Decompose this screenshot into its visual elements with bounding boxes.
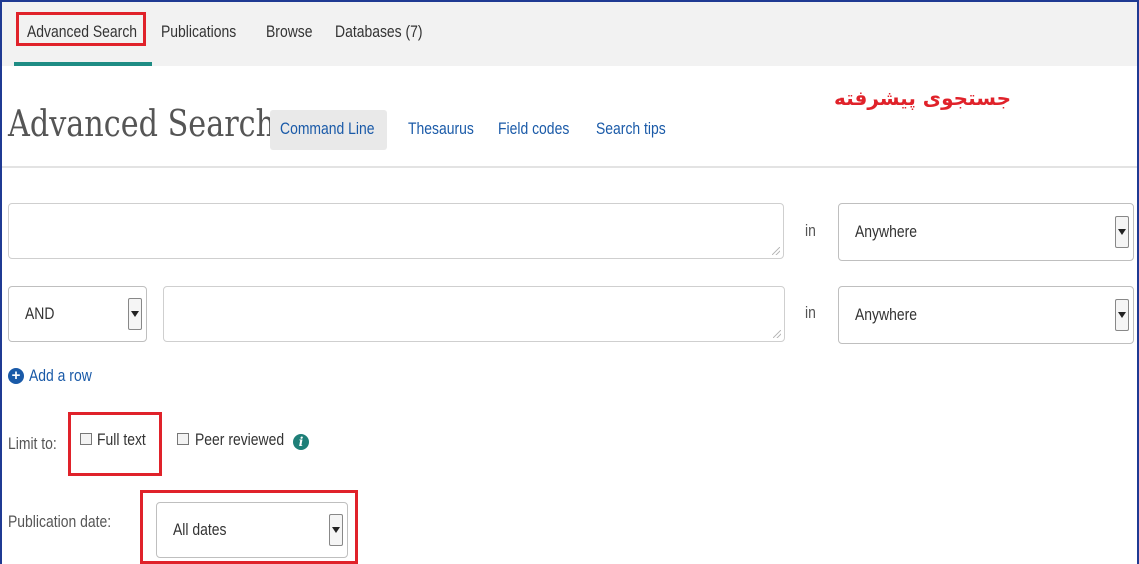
resize-grip-icon[interactable] [772, 247, 780, 255]
page-title: Advanced Search [8, 104, 276, 145]
field-codes-link[interactable]: Field codes [498, 119, 569, 139]
publication-date-label: Publication date: [8, 512, 112, 531]
dropdown-arrow-icon [128, 298, 142, 330]
full-text-label[interactable]: Full text [97, 430, 146, 450]
in-label-row-1: in [805, 221, 816, 240]
in-label-row-2: in [805, 303, 816, 322]
tab-browse[interactable]: Browse [266, 22, 312, 42]
field-select-row-2[interactable]: Anywhere [838, 286, 1134, 344]
tab-databases[interactable]: Databases (7) [335, 22, 423, 42]
add-row-link[interactable]: Add a row [29, 366, 92, 386]
dropdown-arrow-icon [1115, 216, 1129, 248]
tab-publications[interactable]: Publications [161, 22, 236, 42]
peer-reviewed-label[interactable]: Peer reviewed [195, 430, 284, 450]
operator-select-value: AND [25, 304, 55, 323]
peer-reviewed-checkbox[interactable] [177, 433, 189, 445]
active-tab-underline [14, 62, 152, 66]
highlight-box-advanced-search [16, 12, 146, 46]
dropdown-arrow-icon [329, 514, 343, 546]
limit-to-label: Limit to: [8, 434, 57, 453]
publication-date-select[interactable]: All dates [156, 502, 348, 558]
command-line-link[interactable]: Command Line [280, 119, 375, 139]
field-select-value: Anywhere [855, 305, 917, 324]
field-select-value: Anywhere [855, 222, 917, 241]
persian-annotation: جستجوی پیشرفته [833, 86, 1011, 110]
top-nav-bar: Advanced Search Publications Browse Data… [2, 0, 1137, 66]
resize-grip-icon[interactable] [773, 330, 781, 338]
operator-select-row-2[interactable]: AND [8, 286, 147, 342]
thesaurus-link[interactable]: Thesaurus [408, 119, 474, 139]
plus-circle-icon[interactable]: + [8, 368, 24, 384]
search-input-row-2[interactable] [163, 286, 785, 342]
info-icon[interactable]: i [293, 434, 309, 450]
field-select-row-1[interactable]: Anywhere [838, 203, 1134, 261]
search-tips-link[interactable]: Search tips [596, 119, 666, 139]
dropdown-arrow-icon [1115, 299, 1129, 331]
full-text-checkbox[interactable] [80, 433, 92, 445]
header-divider [2, 166, 1137, 168]
search-input-row-1[interactable] [8, 203, 784, 259]
publication-date-value: All dates [173, 520, 227, 539]
